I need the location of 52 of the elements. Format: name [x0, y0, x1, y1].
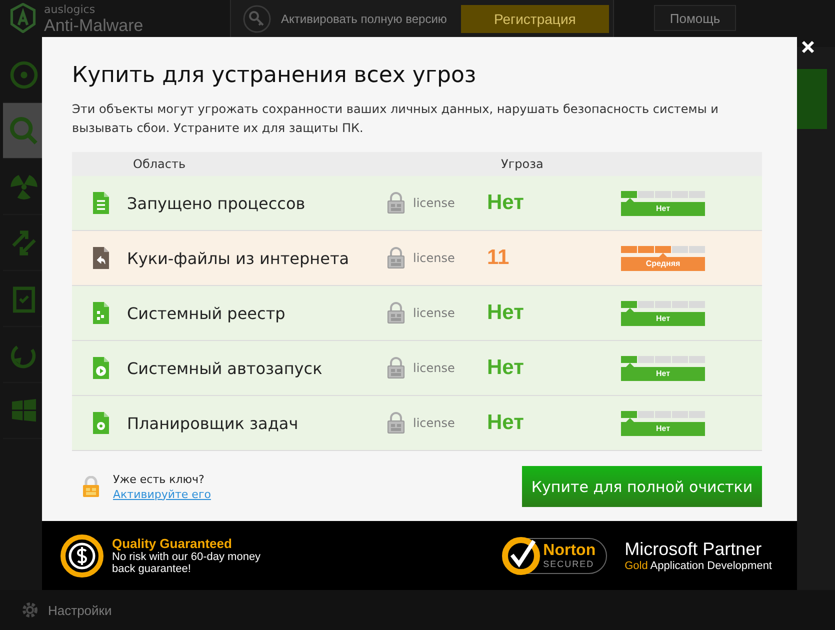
norton-name: Norton	[543, 542, 596, 558]
key-question: Уже есть ключ?	[113, 472, 206, 486]
column-header: Угроза	[501, 157, 544, 171]
document-icon	[92, 301, 110, 325]
help-menu[interactable]: Помощь	[654, 5, 736, 31]
partner-title: Microsoft Partner	[624, 539, 763, 560]
product-name: Anti-Malware	[44, 16, 144, 35]
area-name: Куки-файлы из интернета	[127, 248, 350, 268]
threat-count: Нет	[487, 356, 525, 380]
area-name: Системный реестр	[127, 304, 286, 322]
dialog-title: Купить для устранения всех угроз	[72, 63, 478, 88]
license-label: license	[413, 416, 456, 430]
padlock-icon	[387, 412, 405, 434]
shield-logo-icon	[10, 3, 36, 33]
padlock-icon	[387, 247, 405, 269]
padlock-icon	[387, 192, 405, 214]
column-header: Область	[133, 157, 187, 171]
area-name: Запущено процессов	[127, 194, 306, 212]
close-icon[interactable]	[801, 40, 815, 54]
search-icon[interactable]	[3, 103, 45, 159]
license-label: license	[413, 196, 456, 210]
padlock-icon	[387, 302, 405, 324]
quality-title: Quality Guaranteed	[112, 536, 233, 551]
padlock-icon	[82, 476, 100, 498]
padlock-icon	[387, 357, 405, 379]
side-panel	[797, 69, 827, 129]
threat-count: Нет	[487, 191, 525, 215]
document-icon	[92, 246, 110, 270]
norton-secured: SECURED	[543, 558, 596, 568]
dialog-description: Эти объекты могут угрожать сохранности ваших личных данных, нарушать безопасность системы и вызывать сбои. Устраните их для защиты ПК.	[72, 101, 720, 137]
license-label: license	[413, 306, 456, 320]
threat-count: Нет	[487, 301, 525, 325]
license-label: license	[413, 251, 456, 265]
area-name: Системный автозапуск	[127, 358, 324, 378]
key-icon	[243, 5, 271, 33]
activate-link[interactable]: Активируйте его	[113, 488, 211, 500]
license-label: license	[413, 361, 456, 375]
checkmark-icon	[501, 536, 542, 576]
settings-label[interactable]: Настройки	[48, 602, 112, 618]
document-icon	[92, 411, 110, 435]
document-icon	[92, 191, 110, 215]
document-icon	[92, 356, 110, 380]
area-name: Планировщик задач	[127, 414, 300, 432]
activate-text: Активировать полную версию	[281, 12, 447, 26]
money-back-icon	[60, 534, 104, 578]
threat-count: Нет	[487, 411, 525, 435]
partner-subtitle: Gold Application Development	[624, 560, 772, 572]
buy-button[interactable]: Купите для полной очистки	[522, 466, 762, 507]
quality-text: No risk with our 60-day money back guarantee!	[112, 551, 262, 575]
threat-count: 11	[487, 246, 510, 270]
brand-name: auslogics	[44, 3, 96, 16]
register-button[interactable]: Регистрация	[460, 5, 609, 33]
